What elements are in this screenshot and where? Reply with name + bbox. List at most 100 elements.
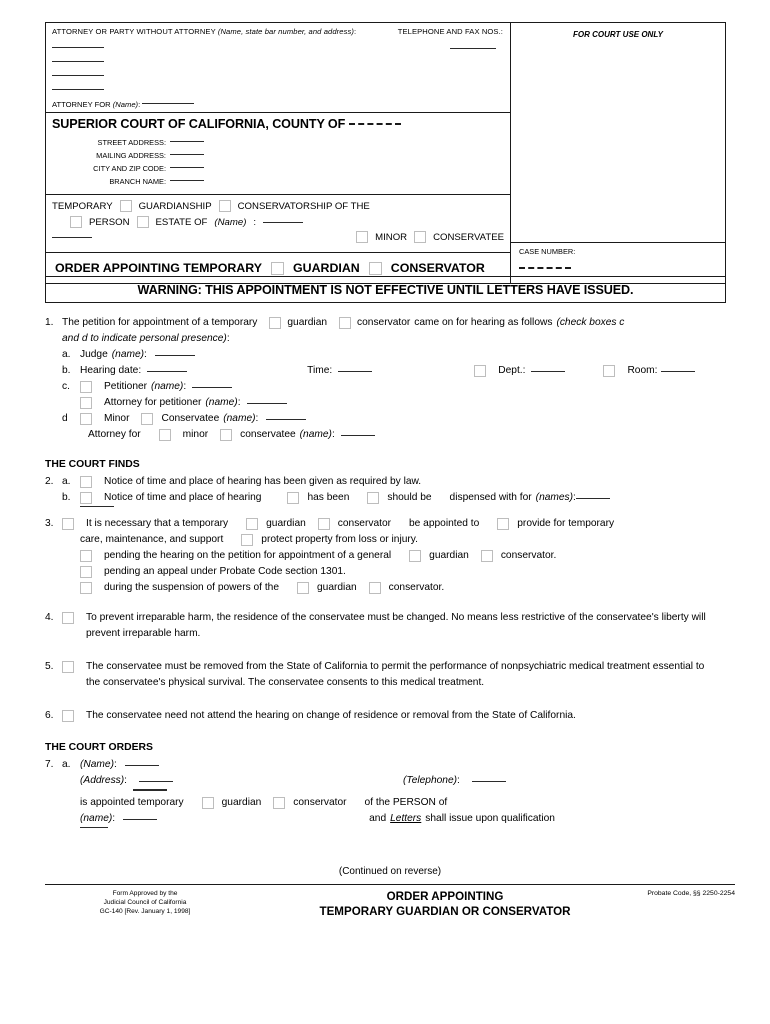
item-3-text-1: It is necessary that a temporary (86, 518, 229, 529)
has-been-checkbox[interactable] (287, 492, 300, 504)
court-address-row[interactable]: MAILING ADDRESS: (52, 149, 504, 162)
fill-line (170, 167, 204, 168)
court-address-row[interactable]: STREET ADDRESS: (52, 136, 504, 149)
item-2a-letter: a. (62, 476, 71, 487)
item-4-text: To prevent irreparable harm, the residen… (86, 612, 706, 639)
item-7a-name2-row-2 (45, 827, 735, 828)
temporary-row-1: TEMPORARY GUARDIANSHIP CONSERVATORSHIP O… (52, 200, 504, 212)
colon: : (183, 381, 187, 392)
attorney-for-petitioner-checkbox[interactable] (80, 397, 92, 409)
form-body: 1. The petition for appointment of a tem… (45, 315, 735, 828)
attorney-conservatee-fill-line (340, 434, 375, 436)
case-number-fill-line (519, 267, 571, 269)
item-3-suspension-checkbox[interactable] (80, 582, 92, 594)
item-3-pending-hearing-checkbox[interactable] (80, 550, 92, 562)
letters-label: Letters (390, 813, 422, 824)
item-1-guardian-checkbox[interactable] (269, 317, 282, 329)
case-number-box[interactable]: CASE NUMBER: (511, 242, 725, 273)
item-1b-letter: b. (62, 365, 71, 376)
item-1-note-row: and d to indicate personal presence): (45, 331, 735, 347)
should-be-label: should be (387, 492, 432, 503)
attorney-for-field[interactable]: ATTORNEY FOR (Name): (52, 100, 195, 109)
telephone-fill-line[interactable] (450, 39, 496, 57)
item-3-sub-3-row: during the suspension of powers of the g… (45, 580, 735, 596)
attorney-conservatee-checkbox[interactable] (220, 429, 233, 441)
item-5-checkbox[interactable] (62, 661, 74, 673)
guardianship-checkbox[interactable] (119, 200, 132, 212)
attorney-minor-checkbox[interactable] (158, 429, 171, 441)
conservatee-checkbox[interactable] (141, 413, 154, 425)
item-2b-letter: b. (62, 492, 71, 503)
dept-checkbox[interactable] (474, 365, 487, 377)
item-3-sub-1-guardian-checkbox[interactable] (409, 550, 422, 562)
estate-checkbox[interactable] (136, 216, 149, 228)
item-1-conservator-label: conservator (357, 317, 411, 328)
colon: : (226, 333, 230, 344)
appointed-conservator-checkbox[interactable] (273, 797, 286, 809)
appointee-name-fill-line (124, 764, 159, 766)
minor-checkbox[interactable] (356, 231, 369, 243)
item-3-sub-1-conservator-checkbox[interactable] (480, 550, 493, 562)
item-2b-continuation-row (45, 506, 735, 507)
and-label: and (369, 813, 387, 824)
conservatee-checkbox[interactable] (414, 231, 427, 243)
attorney-line-3[interactable] (52, 68, 504, 82)
item-3-sub-3-guardian-checkbox[interactable] (297, 582, 309, 594)
minor-checkbox[interactable] (80, 413, 92, 425)
item-7a-address-row-3 (45, 790, 735, 791)
order-conservator-checkbox[interactable] (368, 261, 382, 275)
item-6-checkbox[interactable] (62, 710, 74, 722)
case-number-value[interactable] (519, 259, 725, 277)
temporary-row-3: MINOR CONSERVATEE (52, 231, 504, 243)
item-3-provide-checkbox[interactable] (497, 518, 510, 530)
fill-line (52, 236, 92, 238)
order-guardian-checkbox[interactable] (270, 261, 284, 275)
court-address-row[interactable]: BRANCH NAME: (52, 175, 504, 188)
should-be-checkbox[interactable] (367, 492, 380, 504)
street-address-label: STREET ADDRESS: (97, 138, 166, 147)
hearing-date-fill-line (147, 370, 188, 372)
item-1d-row: d Minor Conservatee (name): (45, 411, 735, 427)
fill-line (170, 141, 204, 142)
dispensed-fill-line (575, 497, 610, 499)
item-7a-name-italic: (Name) (80, 759, 114, 770)
item-2a-row: 2. a. Notice of time and place of hearin… (45, 474, 735, 490)
attorney-caption: ATTORNEY OR PARTY WITHOUT ATTORNEY (Name… (52, 27, 503, 36)
item-4-row: 4. To prevent irreparable harm, the resi… (45, 610, 735, 642)
attorney-line-4[interactable] (52, 82, 504, 96)
item-4-checkbox[interactable] (62, 612, 74, 624)
item-3-conservator-checkbox[interactable] (317, 518, 330, 530)
attorney-box[interactable]: ATTORNEY OR PARTY WITHOUT ATTORNEY (Name… (46, 23, 510, 113)
attorney-line-2[interactable] (52, 54, 504, 68)
footer-title-line-2: TEMPORARY GUARDIAN OR CONSERVATOR (319, 905, 571, 918)
item-7a-letter: a. (62, 759, 71, 770)
dept-fill-line (531, 370, 566, 372)
warning-text: WARNING: THIS APPOINTMENT IS NOT EFFECTI… (137, 282, 634, 297)
attorney-for-label: ATTORNEY FOR (52, 100, 113, 109)
item-3-protect-checkbox[interactable] (241, 534, 254, 546)
person-checkbox[interactable] (70, 216, 82, 228)
conservatorship-label: CONSERVATORSHIP OF THE (237, 200, 370, 212)
item-1-note-2: and d to indicate personal presence) (62, 333, 227, 344)
attorney-caption-plain: ATTORNEY OR PARTY WITHOUT ATTORNEY (52, 27, 218, 36)
temporary-matter-box: TEMPORARY GUARDIANSHIP CONSERVATORSHIP O… (46, 195, 510, 252)
item-1-conservator-checkbox[interactable] (339, 317, 352, 329)
room-checkbox[interactable] (603, 365, 616, 377)
attorney-name-address-lines[interactable] (52, 40, 504, 96)
court-address-row[interactable]: CITY AND ZIP CODE: (52, 162, 504, 175)
item-3-sub-3-conservator-checkbox[interactable] (368, 582, 381, 594)
order-conservator-label: CONSERVATOR (390, 261, 485, 275)
item-2b-checkbox[interactable] (80, 492, 92, 504)
footer: Form Approved by the Judicial Council of… (45, 889, 735, 929)
item-3-guardian-checkbox[interactable] (246, 518, 259, 530)
appointed-guardian-checkbox[interactable] (201, 797, 214, 809)
fill-line (263, 221, 304, 223)
item-3-checkbox[interactable] (62, 518, 74, 530)
item-2a-checkbox[interactable] (80, 476, 92, 488)
petitioner-checkbox[interactable] (80, 381, 92, 393)
person-label: PERSON (89, 216, 130, 228)
item-3-pending-appeal-checkbox[interactable] (80, 566, 92, 578)
item-3-text-5: protect property from loss or injury. (261, 534, 418, 545)
conservatorship-checkbox[interactable] (218, 200, 231, 212)
attorney-line-1[interactable] (52, 40, 504, 54)
